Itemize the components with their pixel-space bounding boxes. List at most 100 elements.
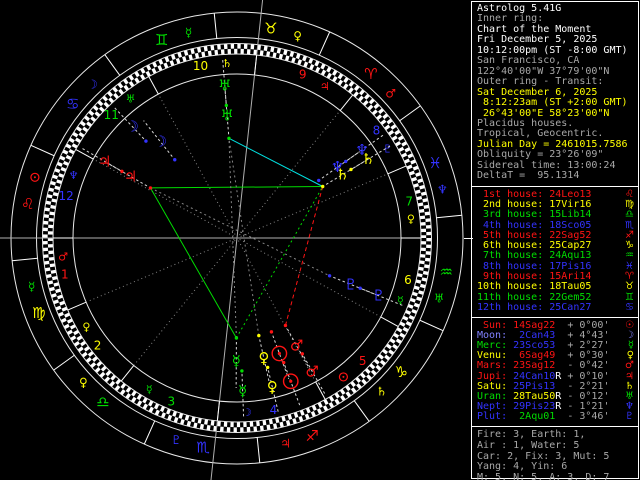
natal-degree-dot: [148, 186, 153, 190]
planet-neptune-natal-glyph: ♆: [331, 158, 344, 176]
planet-row: Mars: 23Sag12 - 0°42' ♂: [477, 360, 634, 372]
house-row: 12th house: 25Can27 ♋: [477, 301, 634, 313]
astrolog-screen: ♈ ♂ ♉ ♀ ♊ ☿ ♋ ☽ ♌ ♍ ☿ ♎ ♀ ♏ ♇ ♐ ♃ ♑ ♄ ♒ ♅ ♓ ♆ 1 ♂ 2 ♀ 3 ☿ 4 ☽ 5 6 ☿ 7 ♀ 8 ♇ 9 ♃…: [0, 0, 640, 480]
sign-ruler-icon: ♅: [434, 292, 445, 306]
house-cusp-line: [254, 55, 258, 75]
house-ruler-icon: ☽: [242, 406, 252, 419]
stat-line: Fire: 3, Earth: 1,: [477, 428, 586, 440]
sign-cancer-glyph: ♋: [66, 95, 79, 113]
house-cusp-line: [380, 316, 399, 327]
info-panel: Astrolog 5.41G Inner ring: Chart of the Mo…: [471, 1, 639, 480]
sign-cusp-line: [104, 54, 121, 76]
house-number: 2: [94, 338, 102, 352]
house-number: 6: [404, 273, 412, 287]
planet-moon-natal-glyph: ☽: [154, 133, 167, 151]
stats-block: Fire: 3, Earth: 1, Air : 1, Water: 5 Car: …: [472, 428, 638, 480]
house-number: 10: [193, 59, 208, 73]
house-ruler-icon: ☿: [146, 383, 153, 396]
planet-glyph-icon: ♇: [625, 410, 634, 422]
sign-ruler-icon: ♀: [293, 29, 302, 43]
transit-degree-dot: [349, 167, 353, 172]
transit-degree-dot: [144, 139, 148, 143]
sign-cusp-line: [399, 105, 421, 122]
sign-ruler-icon: ♂: [385, 86, 396, 100]
planet-venus-transit-glyph: ♀: [267, 378, 278, 396]
house-cusp-line: [148, 76, 159, 95]
sign-aquarius-glyph: ♒: [440, 263, 453, 281]
sign-cusp-line: [213, 13, 218, 39]
sign-aries-glyph: ♈: [364, 65, 377, 83]
house-number: 11: [104, 108, 119, 122]
aspect-opposition-line: [228, 138, 260, 336]
sign-ruler-icon: ♀: [79, 376, 88, 390]
separator: [472, 425, 638, 427]
sign-ruler-icon: ♃: [280, 436, 291, 450]
planet-sun-transit-glyph: [289, 379, 293, 383]
natal-degree-dot: [173, 158, 177, 162]
planet-sun-natal-glyph: [277, 351, 281, 356]
house-ruler-icon: ☿: [397, 294, 404, 307]
aspect-square-line: [284, 186, 324, 326]
stat-line: M: 5, N: 5, A: 3, D: 7: [477, 472, 610, 480]
sign-cusp-line: [436, 214, 462, 219]
horizon-tick: [464, 238, 473, 239]
house-number: 4: [270, 403, 278, 417]
chart-info-block: Astrolog 5.41G Inner ring: Chart of the Mo…: [472, 2, 638, 182]
house-ruler-icon: ♃: [320, 80, 330, 93]
house-ruler-icon: ♇: [383, 142, 393, 155]
sign-ruler-icon: ♄: [376, 385, 387, 399]
natal-degree-dot: [321, 184, 325, 189]
natal-degree-dot: [327, 274, 332, 278]
planet-mercury-natal-glyph: ☿: [232, 352, 241, 370]
planet-moon-transit-glyph: ☽: [126, 117, 139, 135]
transit-degree-dot: [282, 360, 286, 365]
planet-pluto-natal-glyph: ♇: [344, 275, 357, 293]
planet-neptune-transit-glyph: ♆: [355, 141, 368, 159]
natal-degree-dot: [257, 333, 261, 338]
natal-degree-dot: [317, 178, 321, 183]
sign-cusp-line: [256, 437, 261, 463]
sign-cusp-line: [419, 319, 444, 332]
house-ruler-icon: ♀: [407, 213, 415, 226]
sign-virgo-glyph: ♍: [32, 304, 45, 322]
natal-degree-dot: [227, 136, 231, 141]
sign-gemini-glyph: ♊: [155, 31, 168, 49]
planet-pluto-transit-glyph: ♇: [372, 287, 385, 305]
sign-cusp-line: [53, 354, 75, 371]
house-number: 9: [299, 68, 307, 82]
planet-mars-transit-glyph: ♂: [305, 362, 318, 380]
sign-ruler-icon: ☿: [185, 26, 192, 40]
sign-taurus-glyph: ♉: [264, 20, 277, 38]
info-line: 8:12:23am (ST +2:00 GMT): [477, 97, 628, 109]
sign-ruler-sun-icon: [33, 176, 36, 179]
pointer-line: [284, 365, 302, 408]
aspect-trine-line: [235, 186, 324, 339]
planet-jupiter-transit-glyph: ♃: [98, 152, 111, 170]
info-line: DeltaT = 95.1314: [477, 170, 580, 182]
transit-degree-dot: [358, 286, 362, 290]
planet-glyph-icon: ♂: [625, 360, 634, 372]
sign-pisces-glyph: ♓: [428, 154, 441, 172]
house-cusp-line: [75, 149, 94, 160]
house-cusp-line: [67, 301, 87, 311]
aspect-trine-line: [150, 187, 237, 339]
sign-scorpio-glyph: ♏: [196, 438, 210, 456]
sign-libra-glyph: ♎: [96, 393, 109, 411]
sign-sagittarius-glyph: ♐: [305, 427, 318, 445]
house-cusp-line: [315, 381, 326, 400]
sign-ruler-icon: ☿: [28, 279, 35, 293]
house-number: 5: [359, 354, 367, 368]
house-ruler-icon: ♅: [126, 93, 136, 106]
house-ruler-icon: ♆: [69, 169, 79, 182]
sign-cusp-line: [30, 144, 55, 157]
natal-degree-dot: [234, 336, 239, 340]
house-cusp-line: [339, 94, 354, 111]
house-number: 12: [58, 189, 73, 203]
house-number: 8: [373, 124, 381, 138]
house-cusp-line: [387, 165, 407, 175]
separator: [472, 317, 638, 319]
natal-degree-dot: [283, 323, 288, 328]
planet-mars-natal-glyph: ♂: [290, 337, 303, 355]
sign-ruler-icon: ♆: [437, 183, 448, 197]
sign-leo-glyph: ♌: [21, 195, 34, 213]
